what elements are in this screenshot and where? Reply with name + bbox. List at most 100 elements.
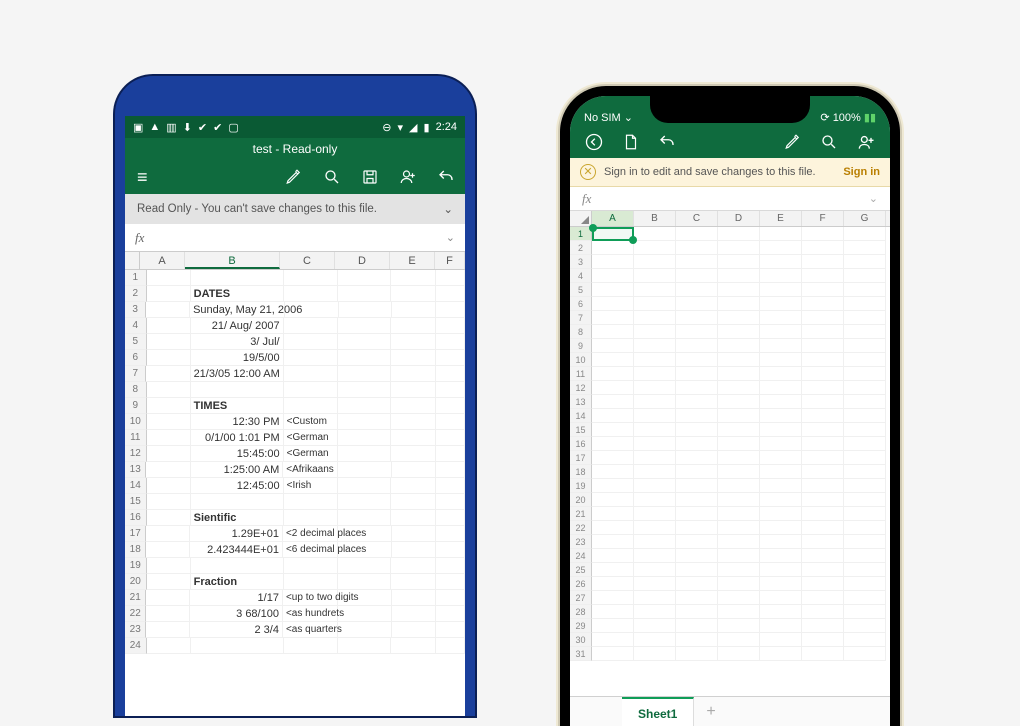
row-header[interactable]: 16 (570, 437, 592, 451)
table-row[interactable]: 10 (570, 353, 890, 367)
cell[interactable] (592, 395, 634, 409)
table-row[interactable]: 24 (570, 549, 890, 563)
row-header[interactable]: 14 (570, 409, 592, 423)
cell[interactable] (436, 510, 465, 526)
cell[interactable] (436, 606, 465, 622)
cell[interactable] (844, 241, 886, 255)
table-row[interactable]: 1215:45:00<German (125, 446, 465, 462)
row-header[interactable]: 26 (570, 577, 592, 591)
cell[interactable] (592, 437, 634, 451)
table-row[interactable]: 29 (570, 619, 890, 633)
row-header[interactable]: 12 (570, 381, 592, 395)
cell[interactable] (391, 350, 435, 366)
cell[interactable] (391, 382, 435, 398)
cell[interactable] (676, 633, 718, 647)
cell[interactable] (436, 398, 465, 414)
cell[interactable] (338, 350, 392, 366)
cell[interactable] (634, 325, 676, 339)
cell[interactable] (718, 353, 760, 367)
cell[interactable] (147, 286, 191, 302)
cell[interactable] (436, 622, 465, 638)
row-header[interactable]: 17 (570, 451, 592, 465)
cell[interactable] (802, 647, 844, 661)
cell[interactable] (592, 283, 634, 297)
cell[interactable] (802, 451, 844, 465)
cell[interactable] (146, 366, 190, 382)
row-header[interactable]: 12 (125, 446, 147, 462)
cell[interactable] (760, 339, 802, 353)
cell[interactable] (634, 353, 676, 367)
cell[interactable] (718, 591, 760, 605)
cell[interactable] (147, 510, 191, 526)
row-header[interactable]: 2 (570, 241, 592, 255)
cell[interactable] (718, 535, 760, 549)
row-header[interactable]: 14 (125, 478, 147, 494)
cell[interactable] (592, 325, 634, 339)
cell[interactable] (760, 521, 802, 535)
cell[interactable] (760, 395, 802, 409)
table-row[interactable]: 4 (570, 269, 890, 283)
cell[interactable] (676, 465, 718, 479)
cell[interactable] (634, 507, 676, 521)
row-header[interactable]: 20 (570, 493, 592, 507)
cell[interactable]: <German (284, 430, 338, 446)
cell[interactable] (760, 353, 802, 367)
cell[interactable]: Sientific (191, 510, 284, 526)
undo-icon[interactable] (658, 133, 676, 151)
cell[interactable] (592, 409, 634, 423)
cell[interactable] (391, 558, 435, 574)
cell[interactable] (676, 493, 718, 507)
cell[interactable]: 0/1/00 1:01 PM (191, 430, 284, 446)
cell[interactable] (146, 622, 190, 638)
cell[interactable] (718, 311, 760, 325)
table-row[interactable]: 15 (125, 494, 465, 510)
cell[interactable] (392, 302, 436, 318)
table-row[interactable]: 421/ Aug/ 2007 (125, 318, 465, 334)
column-header[interactable]: F (435, 252, 465, 269)
row-header[interactable]: 8 (125, 382, 147, 398)
cell[interactable] (338, 542, 392, 558)
cell[interactable] (844, 409, 886, 423)
cell[interactable] (634, 647, 676, 661)
column-header[interactable]: E (760, 211, 802, 226)
cell[interactable] (802, 241, 844, 255)
cell[interactable] (436, 542, 465, 558)
cell[interactable] (391, 430, 435, 446)
cell[interactable] (284, 574, 338, 590)
cell[interactable] (718, 437, 760, 451)
table-row[interactable]: 16 (570, 437, 890, 451)
cell[interactable] (392, 462, 436, 478)
cell[interactable] (760, 619, 802, 633)
row-header[interactable]: 9 (125, 398, 147, 414)
row-header[interactable]: 11 (125, 430, 147, 446)
row-header[interactable]: 15 (570, 423, 592, 437)
cell[interactable] (191, 382, 284, 398)
cell[interactable] (844, 605, 886, 619)
table-row[interactable]: 11 (570, 367, 890, 381)
column-header[interactable]: B (185, 252, 280, 269)
cell[interactable] (284, 286, 338, 302)
cell[interactable] (844, 591, 886, 605)
cell[interactable] (391, 318, 435, 334)
cell[interactable] (146, 462, 190, 478)
table-row[interactable]: 20 (570, 493, 890, 507)
cell[interactable] (592, 507, 634, 521)
cell[interactable] (592, 647, 634, 661)
cell[interactable] (760, 437, 802, 451)
cell[interactable] (718, 577, 760, 591)
cell[interactable] (718, 255, 760, 269)
row-header[interactable]: 9 (570, 339, 592, 353)
cell[interactable] (338, 414, 392, 430)
cell[interactable] (338, 398, 392, 414)
cell[interactable] (338, 510, 392, 526)
cell[interactable] (592, 619, 634, 633)
cell[interactable] (436, 430, 465, 446)
row-header[interactable]: 24 (570, 549, 592, 563)
cell[interactable] (146, 542, 190, 558)
cell[interactable] (760, 605, 802, 619)
row-header[interactable]: 28 (570, 605, 592, 619)
row-header[interactable]: 4 (125, 318, 147, 334)
cell[interactable] (676, 395, 718, 409)
cell[interactable] (844, 451, 886, 465)
cell[interactable] (676, 269, 718, 283)
